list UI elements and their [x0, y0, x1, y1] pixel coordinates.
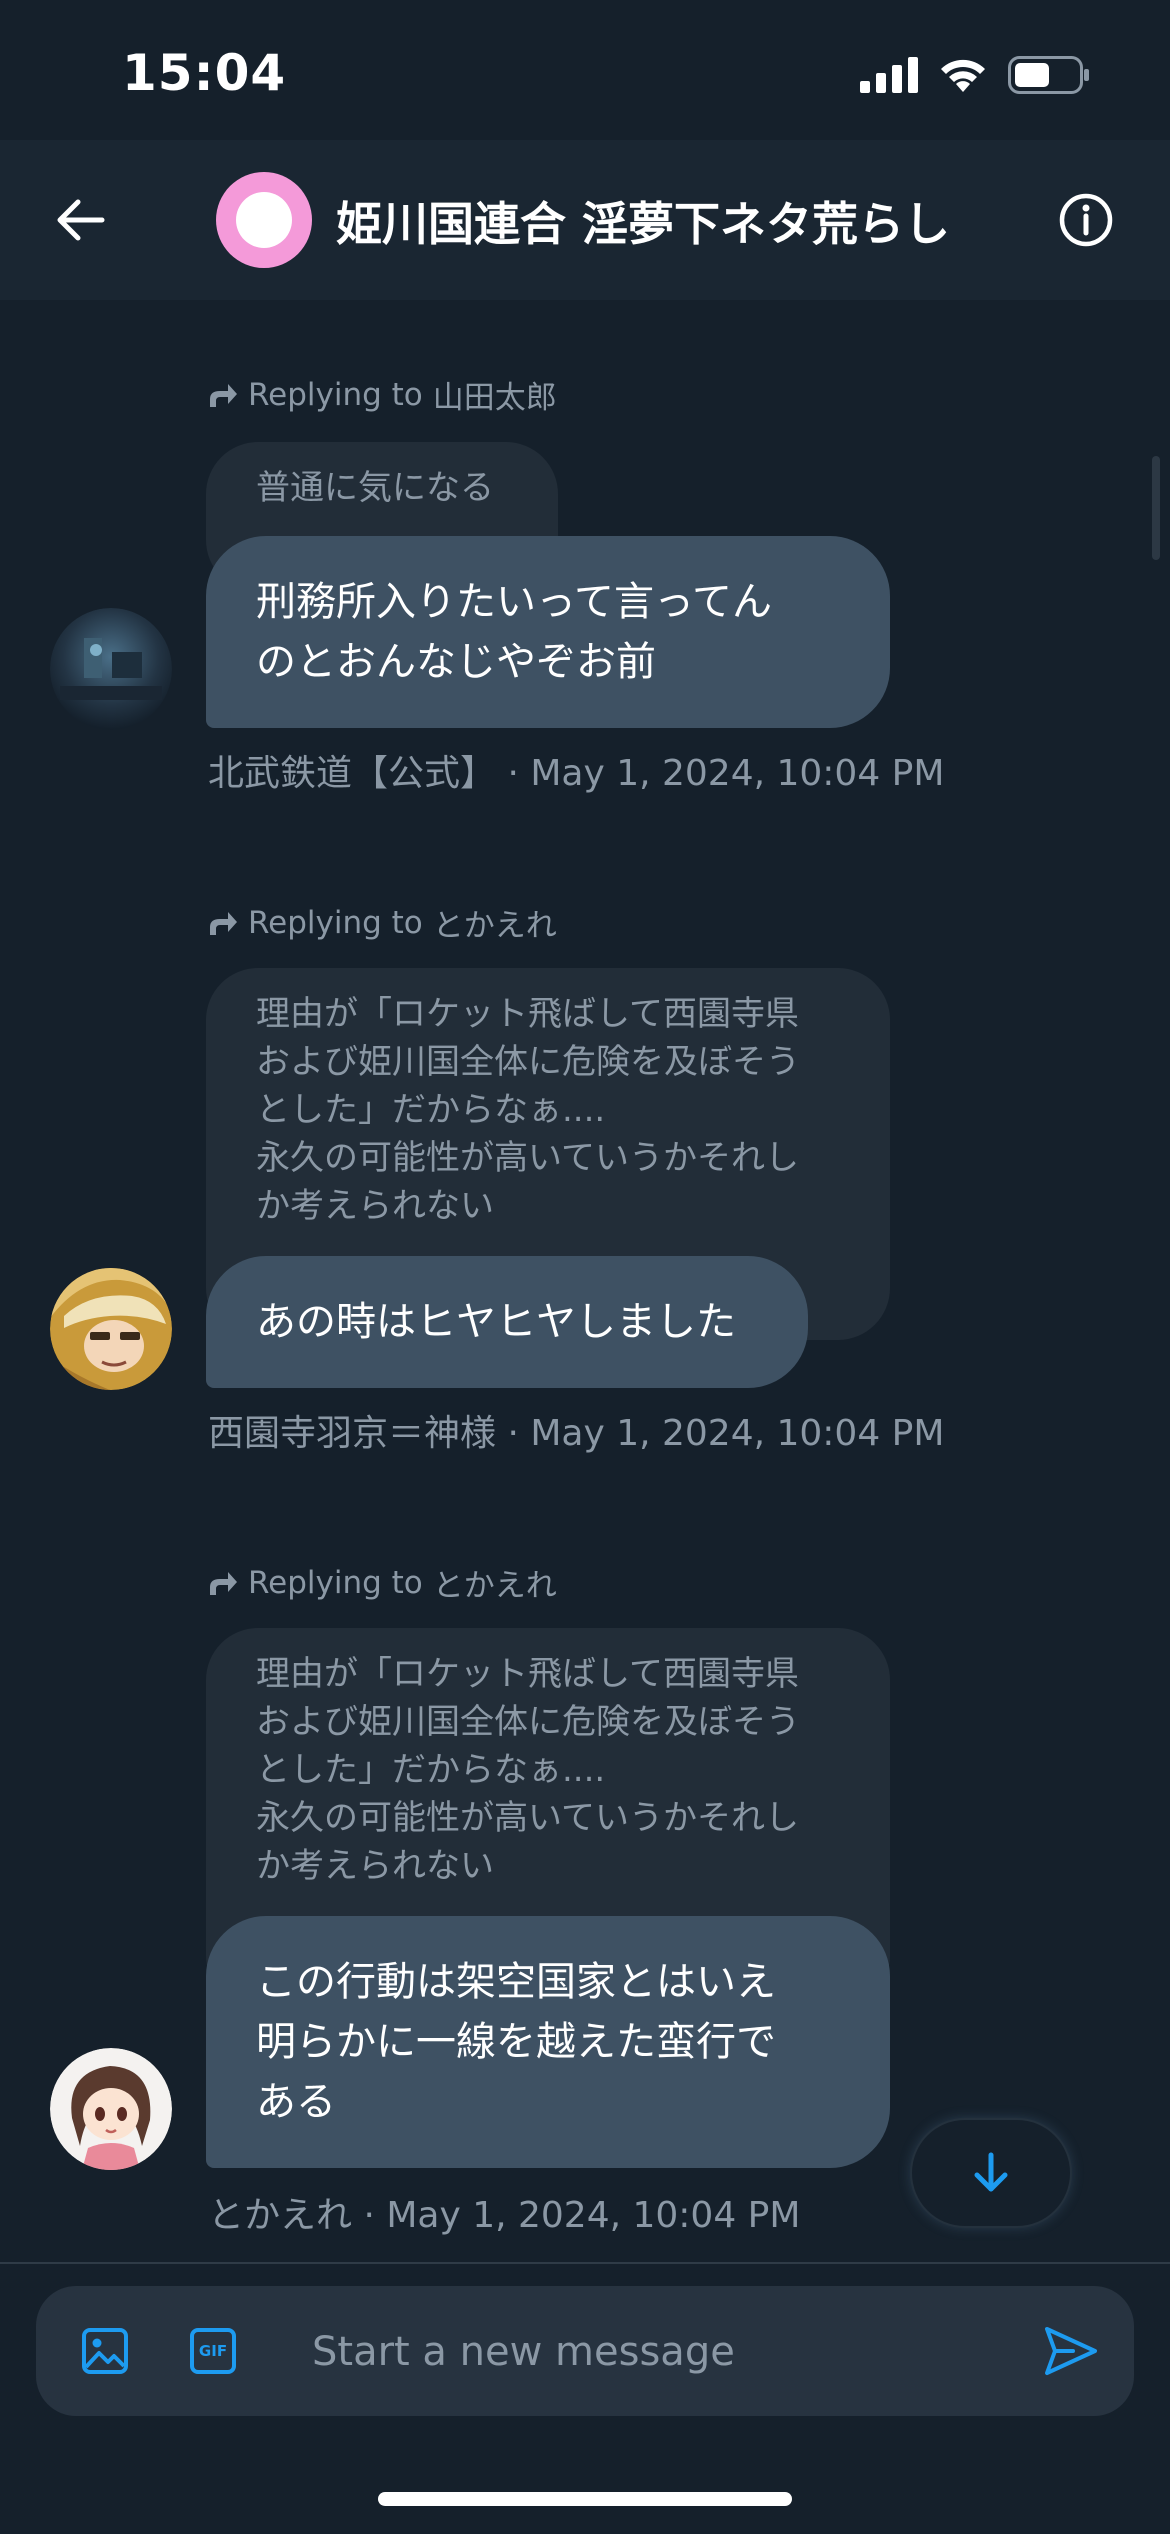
image-icon — [82, 2328, 128, 2374]
reply-arrow-icon — [210, 1571, 237, 1595]
gif-label: GIF — [198, 2342, 228, 2360]
home-indicator[interactable] — [378, 2492, 792, 2506]
conversation-header: 姫川国連合 淫夢下ネタ荒らし — [0, 140, 1170, 300]
replying-prefix: Replying to — [248, 1564, 423, 1601]
back-button[interactable] — [40, 180, 120, 260]
group-avatar[interactable] — [216, 172, 312, 268]
battery-icon — [1008, 56, 1089, 94]
wifi-icon — [941, 59, 985, 92]
reply-context: Replying to とかえれ — [208, 900, 557, 945]
message-meta: とかえれ · May 1, 2024, 10:04 PM — [208, 2195, 801, 2236]
image-button[interactable] — [76, 2322, 134, 2380]
send-button[interactable] — [1038, 2318, 1104, 2384]
group-avatar-inner — [236, 192, 292, 248]
reply-context: Replying to とかえれ — [208, 1560, 557, 1605]
reply-arrow-icon — [210, 383, 237, 407]
message-bubble[interactable]: この行動は架空国家とはいえ 明らかに一線を越えた蛮行で ある — [206, 1916, 890, 2168]
status-icons — [860, 56, 1090, 94]
replying-to-name[interactable]: とかえれ — [433, 900, 557, 945]
reply-context: Replying to 山田太郎 — [208, 372, 557, 417]
scroll-indicator[interactable] — [1152, 456, 1160, 560]
replying-to-name[interactable]: とかえれ — [433, 1560, 557, 1605]
replying-to-name[interactable]: 山田太郎 — [433, 372, 557, 417]
info-button[interactable] — [1046, 180, 1126, 260]
arrow-left-icon — [57, 199, 105, 241]
message-meta: 北武鉄道【公式】 · May 1, 2024, 10:04 PM — [208, 753, 945, 794]
status-time: 15:04 — [122, 44, 287, 102]
scroll-to-bottom-button[interactable] — [912, 2120, 1070, 2226]
avatar[interactable] — [50, 1268, 172, 1390]
message-bubble[interactable]: 刑務所入りたいって言ってん のとおんなじやぞお前 — [206, 536, 890, 728]
reply-arrow-icon — [210, 911, 237, 935]
send-icon — [1045, 2327, 1097, 2375]
status-bar: 15:04 — [0, 0, 1170, 140]
message-composer: GIF — [36, 2286, 1134, 2416]
message-bubble[interactable]: あの時はヒヤヒヤしました — [206, 1256, 808, 1388]
gif-button[interactable]: GIF — [184, 2322, 242, 2380]
info-icon — [1059, 193, 1113, 247]
arrow-down-icon — [974, 2152, 1008, 2192]
conversation-title[interactable]: 姫川国連合 淫夢下ネタ荒らし — [336, 188, 950, 254]
avatar[interactable] — [50, 2048, 172, 2170]
replying-prefix: Replying to — [248, 376, 423, 413]
message-input[interactable] — [310, 2316, 1014, 2388]
cellular-signal-icon — [860, 57, 918, 93]
replying-prefix: Replying to — [248, 904, 423, 941]
avatar[interactable] — [50, 608, 172, 730]
message-meta: 西園寺羽京＝神様 · May 1, 2024, 10:04 PM — [208, 1413, 945, 1454]
